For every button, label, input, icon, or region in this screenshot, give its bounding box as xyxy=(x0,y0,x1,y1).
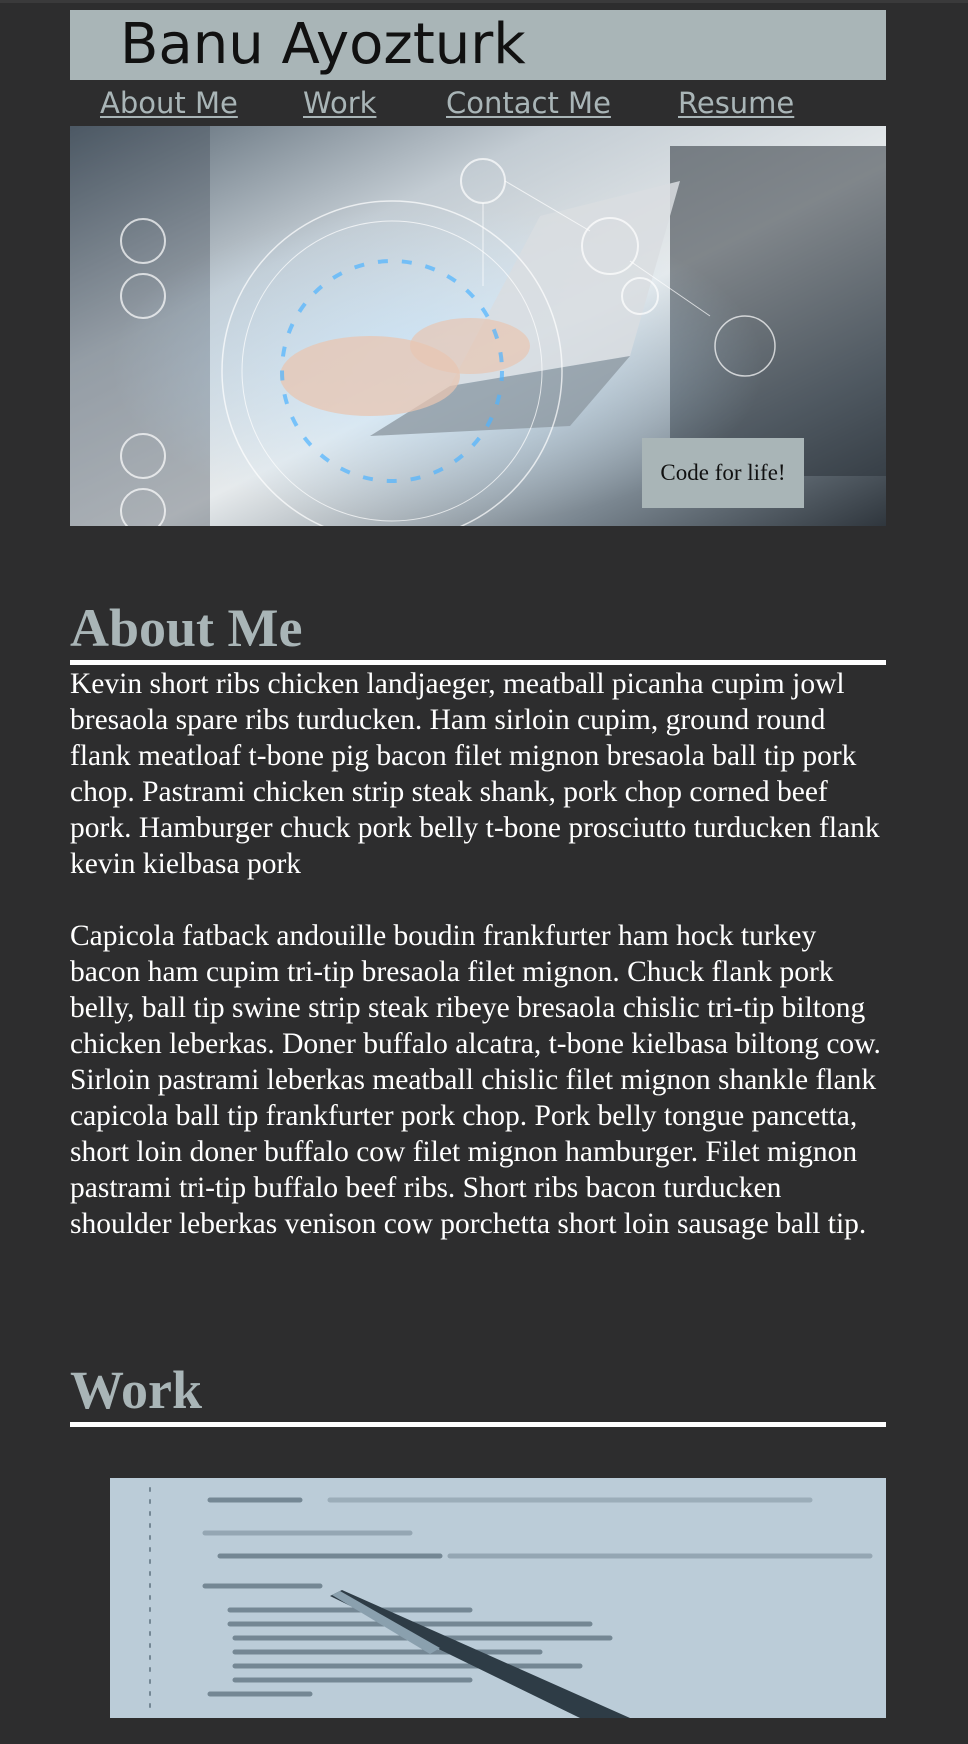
code-printout-illustration xyxy=(110,1478,886,1718)
work-image xyxy=(110,1478,886,1718)
about-divider xyxy=(70,660,886,665)
hero-badge: Code for life! xyxy=(642,438,804,508)
site-header: Banu Ayozturk xyxy=(70,10,886,80)
nav-link-resume[interactable]: Resume xyxy=(678,86,794,120)
about-title: About Me xyxy=(70,598,303,658)
about-paragraph-2: Capicola fatback andouille boudin frankf… xyxy=(70,920,881,1240)
work-divider xyxy=(70,1422,886,1427)
work-title: Work xyxy=(70,1360,203,1420)
nav-link-about-me[interactable]: About Me xyxy=(100,86,238,120)
nav-link-work[interactable]: Work xyxy=(303,86,376,120)
site-title: Banu Ayozturk xyxy=(120,12,526,77)
nav-link-contact-me[interactable]: Contact Me xyxy=(446,86,611,120)
about-paragraph-1: Kevin short ribs chicken landjaeger, mea… xyxy=(70,668,880,880)
top-border xyxy=(0,0,968,3)
page-container: Banu Ayozturk About Me Work Contact Me R… xyxy=(70,10,886,1718)
